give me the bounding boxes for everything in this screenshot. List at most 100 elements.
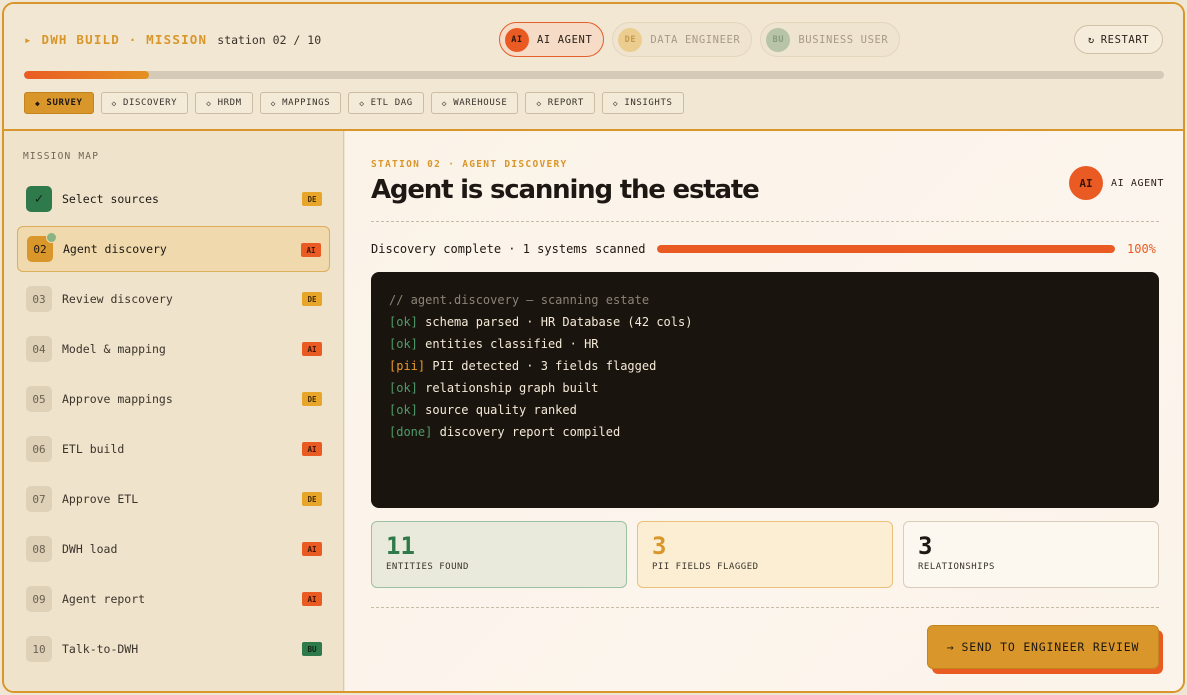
- agent-chip: AI AI AGENT: [1069, 166, 1164, 200]
- terminal-line: [ok] relationship graph built: [389, 377, 1141, 399]
- status-tag: [ok]: [389, 381, 418, 395]
- step-discovery[interactable]: ◇ DISCOVERY: [100, 92, 189, 114]
- role-badge: DE: [302, 192, 322, 206]
- terminal-text: discovery report compiled: [439, 425, 621, 439]
- stat-relationships: 3 RELATIONSHIPS: [903, 521, 1159, 588]
- status-tag: [ok]: [389, 315, 418, 329]
- mission-item-etl-build[interactable]: 06 ETL build AI: [17, 426, 330, 472]
- terminal-line: [pii] PII detected · 3 fields flagged: [389, 355, 1141, 377]
- diamond-icon: ◇: [206, 98, 212, 108]
- role-badge: AI: [301, 243, 321, 257]
- mission-item-label: DWH load: [62, 542, 118, 556]
- status-tag: [done]: [389, 425, 433, 439]
- step-label: ETL DAG: [370, 98, 413, 108]
- scan-progress-fill: [657, 245, 1115, 253]
- step-etl-dag[interactable]: ◇ ETL DAG: [348, 92, 424, 114]
- terminal-line: [ok] schema parsed · HR Database (42 col…: [389, 311, 1141, 333]
- restart-icon: ↻: [1087, 33, 1095, 46]
- diamond-icon: ◇: [111, 98, 117, 108]
- role-label: DATA ENGINEER: [650, 33, 741, 46]
- terminal-line: [done] discovery report compiled: [389, 421, 1141, 443]
- scan-progress-bar: [657, 245, 1115, 253]
- step-label: HRDM: [217, 98, 242, 108]
- mission-item-number: 02: [27, 232, 57, 262]
- de-avatar-icon: DE: [618, 27, 643, 52]
- diamond-icon: ◇: [612, 98, 619, 108]
- step-label: REPORT: [547, 98, 584, 108]
- mission-item-label: Select sources: [62, 192, 159, 206]
- stat-label: RELATIONSHIPS: [918, 562, 995, 572]
- step-label: WAREHOUSE: [453, 98, 508, 108]
- mission-item-model-mapping[interactable]: 04 Model & mapping AI: [17, 326, 330, 372]
- mission-item-label: Agent report: [62, 592, 146, 606]
- step-insights[interactable]: ◇ INSIGHTS: [601, 92, 684, 114]
- mission-item-number: 07: [26, 486, 52, 512]
- phase-steps: ◆ SURVEY ◇ DISCOVERY ◇ HRDM ◇ MAPPINGS ◇…: [24, 92, 684, 114]
- main-panel: STATION 02 · AGENT DISCOVERY Agent is sc…: [345, 131, 1183, 691]
- role-business-user[interactable]: BU BUSINESS USER: [760, 22, 901, 57]
- terminal-text: PII detected · 3 fields flagged: [432, 359, 657, 373]
- stat-label: PII FIELDS FLAGGED: [652, 562, 759, 572]
- mission-item-label: Approve ETL: [62, 492, 139, 506]
- station-eyebrow: STATION 02 · AGENT DISCOVERY: [371, 159, 568, 170]
- mission-item-number: 05: [26, 386, 52, 412]
- mission-item-agent-discovery[interactable]: 02 Agent discovery AI: [17, 226, 330, 272]
- terminal-text: schema parsed · HR Database (42 cols): [425, 315, 693, 329]
- status-tag: [ok]: [389, 337, 418, 351]
- mission-item-number: 06: [26, 436, 52, 462]
- sidebar-title: MISSION MAP: [23, 151, 100, 162]
- role-label: BUSINESS USER: [798, 33, 889, 46]
- mission-progress-fill: [24, 71, 150, 79]
- status-tag: [pii]: [389, 359, 426, 373]
- send-button-wrap: → SEND TO ENGINEER REVIEW: [927, 625, 1163, 674]
- brand-title-text: DWH BUILD · MISSION: [41, 32, 208, 47]
- role-data-engineer[interactable]: DE DATA ENGINEER: [612, 22, 753, 57]
- ai-avatar-icon: AI: [505, 27, 529, 52]
- agent-chip-label: AI AGENT: [1111, 177, 1164, 189]
- mission-item-approve-mappings[interactable]: 05 Approve mappings DE: [17, 376, 330, 422]
- mission-item-label: Review discovery: [62, 292, 173, 306]
- diamond-icon: ◇: [536, 98, 542, 108]
- role-badge: AI: [302, 442, 322, 456]
- diamond-icon: ◇: [270, 98, 277, 108]
- stat-entities-found: 11 ENTITIES FOUND: [371, 521, 627, 588]
- step-warehouse[interactable]: ◇ WAREHOUSE: [430, 92, 519, 114]
- stat-value: 3: [918, 532, 933, 560]
- step-label: MAPPINGS: [282, 98, 331, 108]
- send-to-engineer-review-button[interactable]: → SEND TO ENGINEER REVIEW: [927, 625, 1159, 669]
- page-title: Agent is scanning the estate: [371, 175, 760, 205]
- ai-avatar-icon: AI: [1069, 166, 1103, 200]
- role-badge: AI: [302, 592, 322, 606]
- step-mappings[interactable]: ◇ MAPPINGS: [259, 92, 342, 114]
- step-hrdm[interactable]: ◇ HRDM: [195, 92, 253, 114]
- mission-item-number: 04: [26, 336, 52, 362]
- divider: [371, 221, 1159, 222]
- terminal-line: [ok] source quality ranked: [389, 399, 1141, 421]
- stats-row: 11 ENTITIES FOUND 3 PII FIELDS FLAGGED 3…: [371, 521, 1159, 588]
- mission-item-review-discovery[interactable]: 03 Review discovery DE: [17, 276, 330, 322]
- mission-item-approve-etl[interactable]: 07 Approve ETL DE: [17, 476, 330, 522]
- mission-list: ✓ Select sources DE 02 Agent discovery A…: [17, 176, 330, 676]
- step-label: SURVEY: [46, 98, 83, 108]
- check-icon: ✓: [26, 186, 52, 212]
- station-indicator: station 02 / 10: [217, 33, 322, 47]
- mission-item-label: Approve mappings: [62, 392, 173, 406]
- role-badge: AI: [302, 542, 322, 556]
- role-badge: DE: [302, 292, 322, 306]
- mission-item-select-sources[interactable]: ✓ Select sources DE: [17, 176, 330, 222]
- mission-item-talk-to-dwh[interactable]: 10 Talk-to-DWH BU: [17, 626, 330, 672]
- mission-item-dwh-load[interactable]: 08 DWH load AI: [17, 526, 330, 572]
- header: ▸ DWH BUILD · MISSION station 02 / 10 AI…: [4, 4, 1183, 131]
- brand: ▸ DWH BUILD · MISSION station 02 / 10: [24, 32, 321, 47]
- scan-percent: 100%: [1127, 242, 1156, 256]
- scan-status: Discovery complete · 1 systems scanned: [371, 242, 646, 256]
- step-survey[interactable]: ◆ SURVEY: [24, 92, 94, 114]
- mission-item-number: 10: [26, 636, 52, 662]
- terminal-text: source quality ranked: [425, 403, 577, 417]
- role-ai-agent[interactable]: AI AI AGENT: [499, 22, 605, 57]
- mission-item-number: 03: [26, 286, 52, 312]
- mission-item-agent-report[interactable]: 09 Agent report AI: [17, 576, 330, 622]
- step-report[interactable]: ◇ REPORT: [525, 92, 595, 114]
- role-switcher: AI AI AGENT DE DATA ENGINEER BU BUSINESS…: [499, 22, 901, 57]
- restart-button[interactable]: ↻ RESTART: [1074, 25, 1163, 54]
